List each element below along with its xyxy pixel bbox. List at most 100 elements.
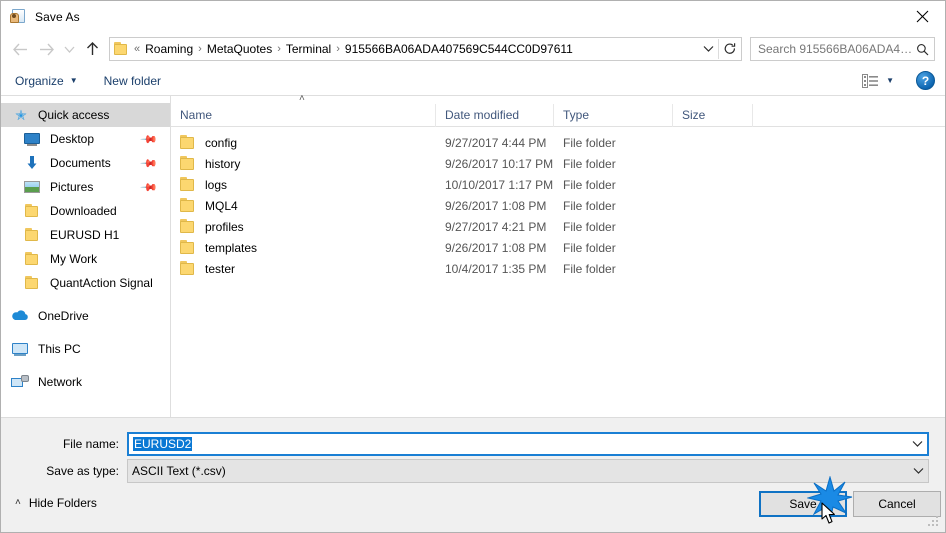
file-name-label: File name:	[62, 437, 119, 451]
back-button[interactable]	[7, 36, 33, 62]
this-pc-icon	[11, 341, 31, 357]
chevron-down-icon	[913, 468, 924, 474]
sidebar-item-label: This PC	[38, 342, 81, 356]
table-row[interactable]: MQL4 9/26/2017 1:08 PM File folder	[171, 195, 945, 216]
save-as-icon	[10, 8, 27, 25]
column-header-name[interactable]: Name	[171, 103, 436, 127]
recent-locations-button[interactable]	[59, 36, 79, 62]
organize-button[interactable]: Organize ▼	[15, 74, 78, 88]
forward-arrow-icon	[39, 43, 54, 55]
breadcrumb-item-roaming[interactable]: Roaming	[141, 40, 197, 58]
file-list-pane: ˄ Name Date modified Type Size config 9/…	[171, 94, 945, 417]
file-name-dropdown-button[interactable]	[908, 440, 927, 448]
sidebar-item-desktop[interactable]: Desktop 📌	[1, 127, 170, 151]
sidebar-item-label: Quick access	[38, 108, 110, 122]
file-rows: config 9/27/2017 4:44 PM File folder his…	[171, 127, 945, 279]
table-row[interactable]: templates 9/26/2017 1:08 PM File folder	[171, 237, 945, 258]
sidebar-item-label: OneDrive	[38, 309, 89, 323]
chevron-down-icon: ▼	[69, 75, 78, 85]
onedrive-icon	[11, 308, 31, 324]
save-as-type-dropdown-button[interactable]	[909, 467, 928, 475]
close-button[interactable]	[899, 1, 945, 32]
file-name-label: profiles	[205, 219, 244, 234]
save-as-type-row: Save as type: ASCII Text (*.csv)	[1, 459, 929, 483]
sidebar-item-quick-access[interactable]: ✭ Quick access	[1, 103, 170, 127]
table-row[interactable]: tester 10/4/2017 1:35 PM File folder	[171, 258, 945, 279]
up-button[interactable]	[79, 36, 105, 62]
file-name-label: tester	[205, 261, 236, 276]
folder-icon	[23, 227, 43, 243]
breadcrumb-prefix: «	[134, 43, 141, 55]
address-dropdown-button[interactable]	[698, 38, 718, 60]
sidebar-item-eurusd-h1[interactable]: EURUSD H1	[1, 223, 170, 247]
save-as-type-select[interactable]: ASCII Text (*.csv)	[127, 459, 929, 483]
pictures-icon	[23, 179, 43, 195]
folder-icon	[180, 198, 197, 213]
sidebar-item-downloaded[interactable]: Downloaded	[1, 199, 170, 223]
file-size-cell	[673, 237, 753, 258]
refresh-icon	[724, 43, 736, 54]
file-type-cell: File folder	[563, 261, 616, 276]
sidebar-item-documents[interactable]: Documents 📌	[1, 151, 170, 175]
sidebar-item-label: Desktop	[50, 132, 95, 146]
documents-icon	[23, 155, 43, 171]
file-type-cell: File folder	[563, 177, 616, 192]
folder-icon	[180, 240, 197, 255]
recent-locations-chevron-icon	[64, 46, 74, 53]
sidebar-item-label: Pictures	[50, 180, 94, 194]
column-header-size[interactable]: Size	[673, 103, 753, 127]
desktop-icon	[23, 131, 43, 147]
search-icon	[914, 43, 930, 56]
folder-icon	[23, 251, 43, 267]
help-button[interactable]: ?	[916, 71, 935, 90]
sidebar-item-this-pc[interactable]: This PC	[1, 337, 170, 361]
breadcrumb-item-terminal[interactable]: Terminal	[282, 40, 335, 58]
table-row[interactable]: config 9/27/2017 4:44 PM File folder	[171, 132, 945, 153]
view-options-button[interactable]: ▼	[862, 73, 894, 88]
resize-grip-icon[interactable]	[928, 516, 940, 528]
table-row[interactable]: profiles 9/27/2017 4:21 PM File folder	[171, 216, 945, 237]
pin-icon: 📌	[139, 130, 158, 149]
breadcrumb-item-terminal-id[interactable]: 915566BA06ADA407569C544CC0D97611	[341, 40, 577, 58]
dialog-footer: File name: EURUSD2 Save as type: ASCII T…	[1, 417, 945, 532]
sidebar-item-onedrive[interactable]: OneDrive	[1, 304, 170, 328]
sidebar-item-network[interactable]: Network	[1, 370, 170, 394]
breadcrumb: « Roaming › MetaQuotes › Terminal › 9155…	[133, 40, 698, 58]
dialog-body: ✭ Quick access Desktop 📌 Documents 📌 Pic…	[1, 94, 945, 417]
refresh-button[interactable]	[719, 38, 741, 60]
sidebar-item-pictures[interactable]: Pictures 📌	[1, 175, 170, 199]
file-name-cell: templates	[171, 237, 436, 258]
address-bar[interactable]: « Roaming › MetaQuotes › Terminal › 9155…	[109, 37, 742, 61]
forward-button[interactable]	[33, 36, 59, 62]
file-name-input[interactable]: EURUSD2	[127, 432, 929, 456]
column-header-filler	[753, 104, 945, 127]
file-size-cell	[673, 153, 753, 174]
column-header-date-modified[interactable]: Date modified	[436, 103, 554, 127]
new-folder-button[interactable]: New folder	[104, 74, 161, 88]
search-input[interactable]: Search 915566BA06ADA40756...	[758, 42, 914, 56]
cancel-button[interactable]: Cancel	[853, 491, 941, 517]
column-headers: Name Date modified Type Size	[171, 103, 945, 127]
file-name-cell: profiles	[171, 216, 436, 237]
save-as-type-label: Save as type:	[46, 464, 119, 478]
folder-icon	[180, 177, 197, 192]
save-as-dialog: Save As « Roaming › MetaQuotes › Termina…	[0, 0, 946, 533]
column-header-type[interactable]: Type	[554, 103, 673, 127]
chevron-up-icon: ˄	[15, 497, 21, 508]
file-type-cell: File folder	[563, 156, 616, 171]
breadcrumb-item-metaquotes[interactable]: MetaQuotes	[203, 40, 276, 58]
search-box[interactable]: Search 915566BA06ADA40756...	[750, 37, 935, 61]
sort-indicator: ˄	[171, 94, 945, 104]
file-name-label: MQL4	[205, 198, 238, 213]
sidebar-item-quantaction-signal[interactable]: QuantAction Signal	[1, 271, 170, 295]
file-name-value[interactable]: EURUSD2	[133, 437, 908, 451]
file-name-label: logs	[205, 177, 228, 192]
table-row[interactable]: logs 10/10/2017 1:17 PM File folder	[171, 174, 945, 195]
file-date-cell: 9/26/2017 1:08 PM	[445, 198, 547, 213]
sidebar-item-label: Documents	[50, 156, 111, 170]
hide-folders-button[interactable]: ˄ Hide Folders	[15, 496, 97, 510]
table-row[interactable]: history 9/26/2017 10:17 PM File folder	[171, 153, 945, 174]
save-button[interactable]: Save	[759, 491, 847, 517]
sidebar-item-my-work[interactable]: My Work	[1, 247, 170, 271]
file-date-cell: 9/27/2017 4:21 PM	[445, 219, 547, 234]
